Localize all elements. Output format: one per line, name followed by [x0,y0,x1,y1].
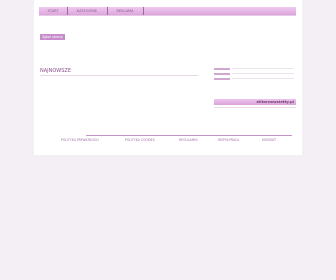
footer-link-privacy[interactable]: Polityka prywatności [61,138,99,142]
footer-divider [86,135,292,136]
footer-link-contact[interactable]: Kontakt [262,138,276,142]
nav-separator [107,7,108,15]
sidebar-divider [214,107,296,108]
nav-separator [143,7,144,15]
footer-link-cooperation[interactable]: Współpraca [218,138,239,142]
page-container: Start Kategorie Reklama Zgłoś stronę Naj… [34,0,302,155]
nav-item-kategorie[interactable]: Kategorie [69,7,105,15]
sidebar-entry[interactable] [214,68,294,70]
footer-link-terms[interactable]: Regulamin [179,138,198,142]
nav-separator [67,7,68,15]
sidebar-entry[interactable] [214,73,294,75]
top-navigation: Start Kategorie Reklama [39,7,296,15]
sidebar-title[interactable]: elitarnewsletty.pl [214,99,296,105]
footer-link-cookies[interactable]: Polityka cookies [125,138,155,142]
section-divider [40,75,198,76]
nav-item-reklama[interactable]: Reklama [109,7,141,15]
submit-site-button[interactable]: Zgłoś stronę [40,34,65,40]
nav-item-start[interactable]: Start [41,7,65,15]
sidebar-entry[interactable] [214,78,294,80]
section-title-latest: Najnowsze [40,68,72,74]
nav-underline [39,15,296,16]
